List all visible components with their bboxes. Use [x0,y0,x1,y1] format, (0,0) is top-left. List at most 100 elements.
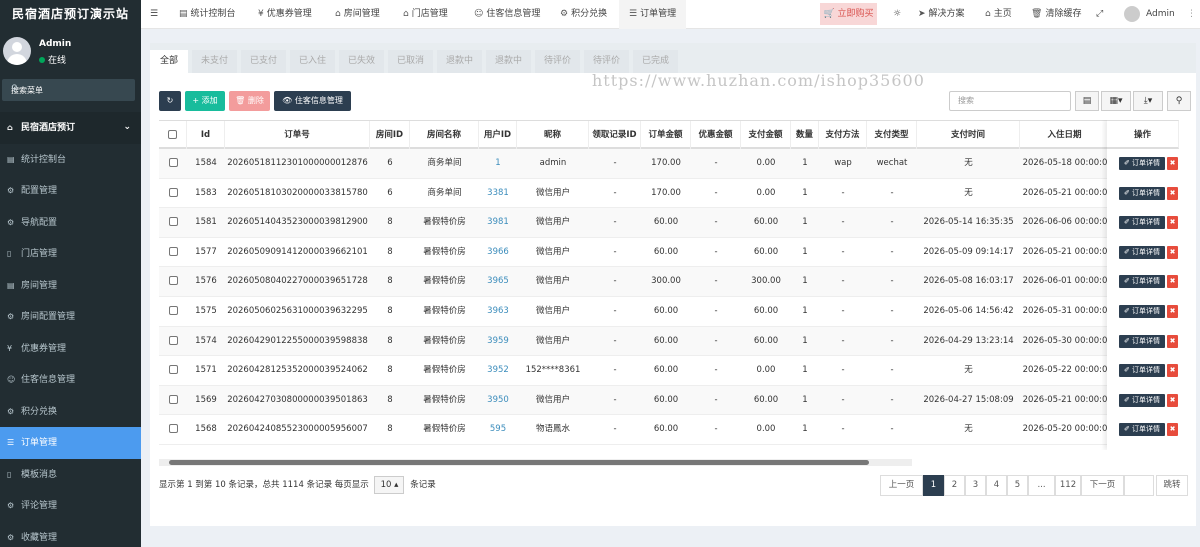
row-checkbox[interactable] [168,276,178,286]
sidebar-item-7[interactable]: ☺ 住客信息管理 [0,364,141,396]
status-tab-0[interactable]: 全部 [150,50,188,73]
order-detail-button[interactable]: ✐ 订单详情 [1119,245,1165,259]
prev-page-button[interactable]: 上一页 [880,475,923,496]
status-tab-7[interactable]: 退款中 [486,50,531,73]
cell-uid[interactable]: 3963 [479,297,517,327]
column-header-qty[interactable]: 数量 [791,121,819,149]
cell-uid[interactable]: 3965 [479,267,517,297]
top-tab-5[interactable]: ⚙ 积分兑换 [560,0,607,29]
page-2-button[interactable]: 3 [965,475,986,496]
row-delete-button[interactable]: ✖ [1167,334,1178,348]
status-tab-6[interactable]: 退款中 [437,50,482,73]
row-checkbox[interactable] [168,424,178,434]
order-detail-button[interactable]: ✐ 订单详情 [1119,157,1165,170]
search-icon[interactable]: ⚲ [11,84,128,94]
sidebar-item-4[interactable]: ▤ 房间管理 [0,270,141,302]
row-checkbox[interactable] [168,187,178,197]
row-delete-button[interactable]: ✖ [1167,393,1178,407]
admin-menu[interactable]: Admin [1124,0,1175,29]
order-detail-button[interactable]: ✐ 订单详情 [1119,334,1165,348]
row-checkbox[interactable] [168,217,178,227]
cell-uid[interactable]: 3966 [479,238,517,268]
solution-button[interactable]: ➤ 解决方案 [918,0,965,29]
top-tab-4[interactable]: ☺ 住客信息管理 [474,0,540,29]
jump-button[interactable]: 跳转 [1156,475,1188,496]
scrollbar-thumb[interactable] [169,460,869,465]
top-tab-3[interactable]: ⌂ 门店管理 [403,0,448,29]
more-icon[interactable]: ⋮ [1187,0,1196,29]
status-tab-2[interactable]: 已支付 [241,50,286,73]
horizontal-scrollbar[interactable] [159,459,912,466]
column-header-room_id[interactable]: 房间ID [370,121,410,149]
sidebar-item-5[interactable]: ⚙ 房间配置管理 [0,301,141,333]
column-header-coupon[interactable]: 领取记录ID [589,121,641,149]
page-1-button[interactable]: 2 [944,475,965,496]
sidebar-item-8[interactable]: ⚙ 积分兑换 [0,396,141,428]
column-header-type[interactable]: 支付类型 [867,121,917,149]
buy-button[interactable]: 🛒 立即购买 [820,3,877,25]
sidebar-item-2[interactable]: ⚙ 导航配置 [0,207,141,239]
column-header-checkin[interactable]: 入住日期 [1020,121,1110,149]
advanced-search-icon[interactable]: ⚲ [1167,91,1191,111]
row-checkbox[interactable] [168,365,178,375]
column-header-amount[interactable]: 订单金额 [641,121,691,149]
column-header-pay_time[interactable]: 支付时间 [917,121,1020,149]
row-checkbox[interactable] [168,246,178,256]
jump-page-input[interactable] [1124,475,1154,496]
page-size-select[interactable]: 10 ▴ [374,475,405,494]
row-delete-button[interactable]: ✖ [1167,423,1178,437]
add-button[interactable]: + 添加 [185,91,225,111]
order-detail-button[interactable]: ✐ 订单详情 [1119,275,1165,289]
next-page-button[interactable]: 下一页 [1081,475,1124,496]
column-header-nick[interactable]: 昵称 [517,121,589,149]
row-checkbox[interactable] [168,158,178,167]
select-all-checkbox[interactable] [168,130,177,139]
column-header-method[interactable]: 支付方法 [819,121,867,149]
sidebar-item-10[interactable]: ▯ 模板消息 [0,459,141,491]
sidebar-item-11[interactable]: ⚙ 评论管理 [0,490,141,522]
sidebar-group-hotel[interactable]: ⌂ 民宿酒店预订 ⌄ [0,112,141,144]
theme-icon[interactable]: ☼ [893,0,901,29]
sidebar-item-1[interactable]: ⚙ 配置管理 [0,175,141,207]
row-checkbox[interactable] [168,306,178,315]
page-5-button[interactable]: ... [1028,475,1055,496]
column-header-uid[interactable]: 用户ID [479,121,517,149]
guest-info-button[interactable]: 👁 住客信息管理 [274,91,351,111]
cell-uid[interactable]: 3950 [479,386,517,416]
row-delete-button[interactable]: ✖ [1167,186,1178,200]
column-header-id[interactable]: Id [187,121,225,149]
top-tab-1[interactable]: ¥ 优惠券管理 [258,0,312,29]
delete-button[interactable]: 🗑 删除 [229,91,270,111]
status-tab-9[interactable]: 待评价 [584,50,629,73]
status-tab-10[interactable]: 已完成 [633,50,678,73]
column-header-order[interactable]: 订单号 [225,121,370,149]
cell-uid[interactable]: 595 [479,415,517,445]
status-tab-4[interactable]: 已失效 [339,50,384,73]
table-search-input[interactable]: 搜索 [949,91,1071,111]
column-header-room[interactable]: 房间名称 [410,121,479,149]
order-detail-button[interactable]: ✐ 订单详情 [1119,393,1165,407]
row-delete-button[interactable]: ✖ [1167,364,1178,378]
columns-icon[interactable]: ▦▾ [1101,91,1131,111]
sidebar-item-6[interactable]: ¥ 优惠券管理 [0,333,141,365]
status-tab-5[interactable]: 已取消 [388,50,433,73]
row-delete-button[interactable]: ✖ [1167,245,1178,259]
sidebar-item-3[interactable]: ▯ 门店管理 [0,238,141,270]
export-icon[interactable]: ⤓▾ [1133,91,1163,111]
order-detail-button[interactable]: ✐ 订单详情 [1119,216,1165,230]
cell-uid[interactable]: 3381 [479,179,517,209]
cell-uid[interactable]: 1 [479,149,517,179]
cell-uid[interactable]: 3959 [479,327,517,357]
top-tab-6[interactable]: ☰ 订单管理 [619,0,687,29]
cell-uid[interactable]: 3952 [479,356,517,386]
sidebar-search-input[interactable]: 搜索菜单 ⚲ [2,79,135,101]
page-6-button[interactable]: 112 [1055,475,1081,496]
status-tab-8[interactable]: 待评价 [535,50,580,73]
refresh-button[interactable]: ↻ [159,91,181,111]
top-tab-2[interactable]: ⌂ 房间管理 [335,0,380,29]
order-detail-button[interactable]: ✐ 订单详情 [1119,186,1165,200]
clear-cache-button[interactable]: 🗑 清除缓存 [1031,0,1081,29]
column-header-discount[interactable]: 优惠金额 [691,121,741,149]
home-button[interactable]: ⌂ 主页 [985,0,1012,29]
sidebar-item-12[interactable]: ⚙ 收藏管理 [0,522,141,547]
